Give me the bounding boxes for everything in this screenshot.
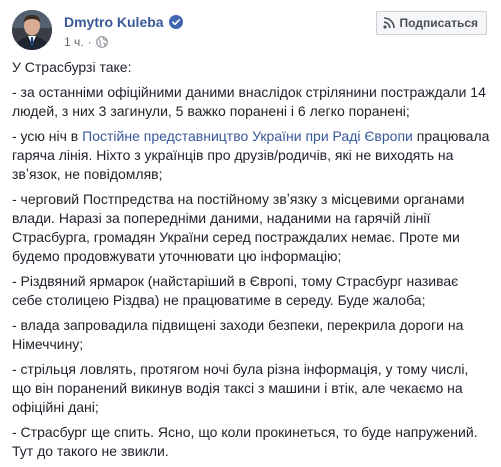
meta-separator: ·	[87, 35, 92, 49]
verified-badge-icon	[168, 15, 183, 29]
subscribe-label: Подписаться	[399, 16, 478, 30]
embassy-link[interactable]: Постійне представництво України при Раді…	[82, 128, 413, 144]
author-name[interactable]: Dmytro Kuleba	[64, 13, 164, 31]
facebook-post: Dmytro Kuleba 1 ч. · Подписаться У Страс…	[0, 0, 501, 466]
post-paragraph-7: - Страсбург ще спить. Ясно, що коли прок…	[12, 424, 478, 459]
post-body: У Страсбурзі таке: - за останніми офіцій…	[12, 58, 490, 467]
author-name-row: Dmytro Kuleba	[64, 13, 183, 31]
post-timestamp[interactable]: 1 ч.	[64, 35, 84, 49]
avatar-portrait-icon	[12, 10, 52, 50]
p2-prefix: - усю ніч в	[12, 128, 83, 144]
post-paragraph-2: - усю ніч в Постійне представництво Укра…	[12, 127, 490, 184]
post-paragraph-6: - стрільця ловлять, протягом ночі була р…	[12, 361, 469, 415]
post-meta: 1 ч. ·	[64, 34, 108, 50]
subscribe-button[interactable]: Подписаться	[375, 11, 487, 35]
post-paragraph-1: - за останніми офіційними даними внаслід…	[12, 84, 486, 119]
post-paragraph-3: - черговий Постпредства на постійному зв…	[12, 191, 465, 264]
post-header: Dmytro Kuleba 1 ч. · Подписаться	[12, 10, 489, 54]
rss-icon	[382, 17, 395, 29]
post-paragraph-intro: У Страсбурзі таке:	[12, 59, 132, 75]
globe-icon[interactable]	[95, 36, 108, 48]
post-paragraph-5: - влада запровадила підвищені заходи без…	[12, 317, 464, 352]
author-avatar[interactable]	[12, 10, 52, 50]
post-paragraph-4: - Різдвяний ярмарок (найстаріший в Європ…	[12, 273, 459, 308]
